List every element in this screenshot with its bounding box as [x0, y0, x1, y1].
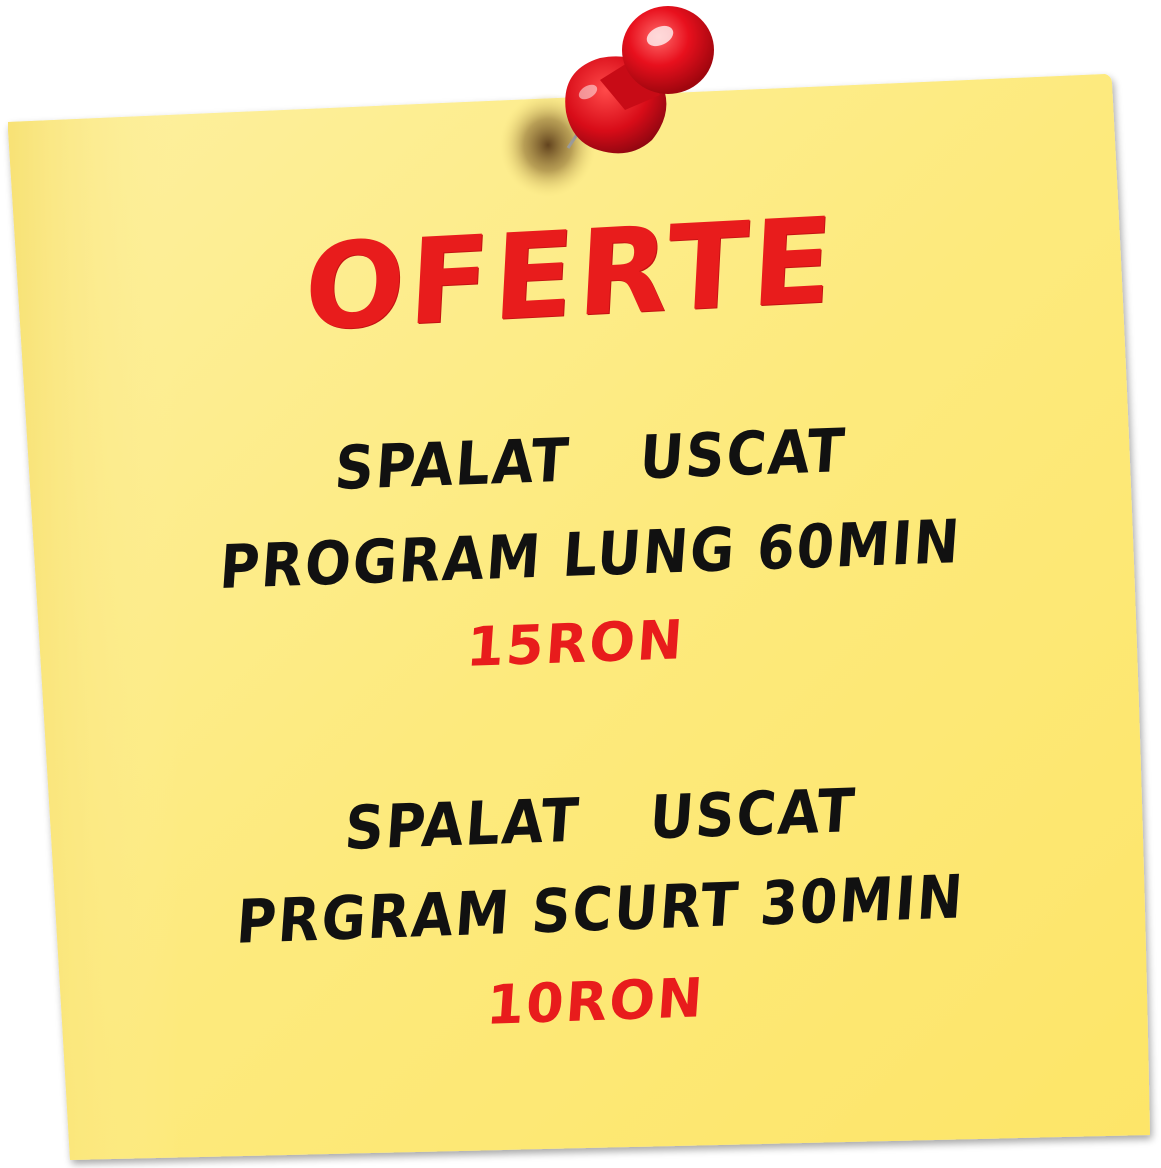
- sticky-note: OFERTE SPALAT USCAT PROGRAM LUNG 60MIN 15…: [0, 0, 1161, 1168]
- offer-1-service-wash: SPALAT: [332, 425, 573, 505]
- offer-1-service-dry: USCAT: [637, 415, 849, 494]
- offer-1-program: PROGRAM LUNG 60MIN: [217, 506, 964, 604]
- offer-1-price: 15RON: [464, 608, 687, 679]
- offer-1-services: SPALAT USCAT: [8, 405, 1161, 516]
- note-content: OFERTE SPALAT USCAT PROGRAM LUNG 60MIN 15…: [0, 0, 1161, 1168]
- offer-2-service-wash: SPALAT: [342, 785, 583, 865]
- offer-2-price: 10RON: [484, 966, 707, 1037]
- offer-2-program: PRGRAM SCURT 30MIN: [234, 862, 967, 958]
- offer-2-service-dry: USCAT: [647, 775, 859, 854]
- offer-2-services: SPALAT USCAT: [18, 765, 1161, 876]
- offers-title: OFERTE: [301, 190, 840, 358]
